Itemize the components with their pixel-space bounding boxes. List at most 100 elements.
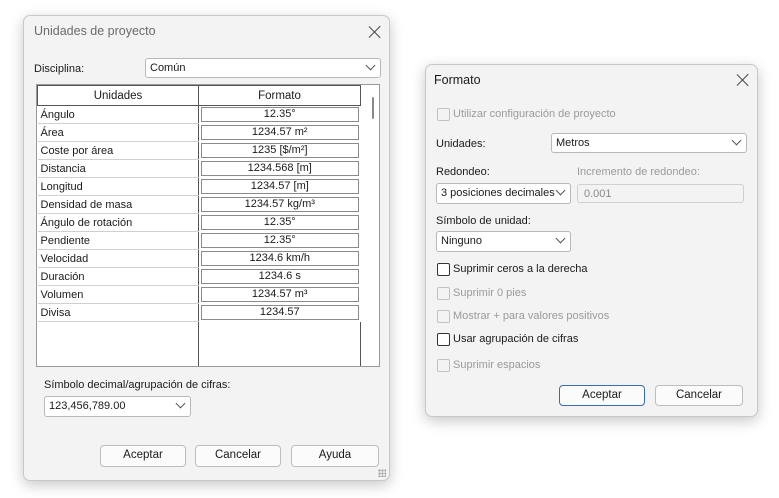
column-header-units[interactable]: Unidades <box>37 85 199 106</box>
table-row[interactable]: Distancia 1234.568 [m] <box>37 159 361 178</box>
chevron-down-icon <box>175 398 186 409</box>
unit-name-cell: Divisa <box>37 303 199 322</box>
dialog-title: Formato <box>434 73 481 87</box>
table-row[interactable]: Ángulo de rotación 12.35° <box>37 213 361 232</box>
chevron-down-icon <box>555 233 566 244</box>
use-project-settings-label: Utilizar configuración de proyecto <box>453 108 616 120</box>
cancel-button[interactable]: Cancelar <box>195 445 281 467</box>
format-dialog: Formato Utilizar configuración de proyec… <box>425 64 758 417</box>
unit-symbol-select[interactable]: Ninguno <box>436 231 571 252</box>
suppress-spaces-checkbox[interactable] <box>437 359 450 372</box>
format-button[interactable]: 1234.57 m² <box>201 125 359 140</box>
format-cell: 1234.6 s <box>199 268 361 286</box>
unit-name-cell: Velocidad <box>37 249 199 268</box>
unit-symbol-value: Ninguno <box>441 235 482 247</box>
unit-name-cell: Densidad de masa <box>37 195 199 214</box>
suppress-spaces-label: Suprimir espacios <box>453 359 541 371</box>
format-button[interactable]: 1234.568 [m] <box>201 161 359 176</box>
close-icon[interactable] <box>737 74 749 86</box>
chevron-down-icon <box>731 135 742 146</box>
digit-grouping-label: Usar agrupación de cifras <box>453 333 579 345</box>
discipline-select[interactable]: Común <box>145 58 381 78</box>
unit-name-cell: Distancia <box>37 159 199 178</box>
table-row[interactable]: Velocidad 1234.6 km/h <box>37 249 361 268</box>
units-table: Unidades Formato Ángulo 12.35° Área 1234.57… <box>36 84 380 367</box>
show-plus-checkbox[interactable] <box>437 310 450 323</box>
format-button[interactable]: 1234.57 <box>201 305 359 320</box>
unit-name-cell: Duración <box>37 267 199 286</box>
table-row[interactable]: Coste por área 1235 [$/m²] <box>37 141 361 160</box>
format-button[interactable]: 1234.6 km/h <box>201 251 359 266</box>
table-row[interactable]: Volumen 1234.57 m³ <box>37 285 361 304</box>
table-row[interactable]: Densidad de masa 1234.57 kg/m³ <box>37 195 361 214</box>
suppress-zero-feet-label: Suprimir 0 pies <box>453 287 527 299</box>
unit-name-cell: Ángulo <box>37 105 199 124</box>
format-button[interactable]: 1234.57 kg/m³ <box>201 197 359 212</box>
decimal-symbol-label: Símbolo decimal/agrupación de cifras: <box>44 379 231 391</box>
format-button[interactable]: 1234.57 [m] <box>201 179 359 194</box>
rounding-increment-label: Incremento de redondeo: <box>577 166 700 178</box>
unit-name-cell: Longitud <box>37 177 199 196</box>
table-row[interactable]: Área 1234.57 m² <box>37 123 361 142</box>
format-cell: 1234.57 m³ <box>199 286 361 304</box>
format-button[interactable]: 12.35° <box>201 215 359 230</box>
discipline-label: Disciplina: <box>34 63 85 75</box>
empty-cell <box>198 321 361 366</box>
format-button[interactable]: 1234.6 s <box>201 269 359 284</box>
format-cell: 1234.57 <box>199 304 361 322</box>
ok-button[interactable]: Aceptar <box>559 385 645 406</box>
chevron-down-icon <box>555 185 566 196</box>
format-button[interactable]: 1234.57 m³ <box>201 287 359 302</box>
use-project-settings-checkbox[interactable] <box>437 108 450 121</box>
suppress-trailing-zeros-label: Suprimir ceros a la derecha <box>453 263 588 275</box>
cancel-button[interactable]: Cancelar <box>655 385 743 406</box>
table-row[interactable]: Duración 1234.6 s <box>37 267 361 286</box>
table-row[interactable]: Divisa 1234.57 <box>37 303 361 322</box>
format-cell: 1234.57 kg/m³ <box>199 196 361 214</box>
column-header-format[interactable]: Formato <box>198 85 361 106</box>
unit-name-cell: Volumen <box>37 285 199 304</box>
help-button[interactable]: Ayuda <box>291 445 379 467</box>
discipline-value: Común <box>150 62 186 74</box>
rounding-value: 3 posiciones decimales <box>441 187 555 199</box>
unit-name-cell: Coste por área <box>37 141 199 160</box>
format-cell: 12.35° <box>199 232 361 250</box>
table-empty-area <box>37 321 361 366</box>
format-cell: 12.35° <box>199 214 361 232</box>
table-row[interactable]: Pendiente 12.35° <box>37 231 361 250</box>
decimal-symbol-value: 123,456,789.00 <box>49 400 126 412</box>
suppress-trailing-zeros-checkbox[interactable] <box>437 263 450 276</box>
unit-name-cell: Pendiente <box>37 231 199 250</box>
format-cell: 1234.568 [m] <box>199 160 361 178</box>
rounding-increment-input[interactable]: 0.001 <box>577 184 744 203</box>
units-select[interactable]: Metros <box>551 133 747 153</box>
format-cell: 12.35° <box>199 106 361 124</box>
format-button[interactable]: 1235 [$/m²] <box>201 143 359 158</box>
format-button[interactable]: 12.35° <box>201 107 359 123</box>
unit-name-cell: Ángulo de rotación <box>37 213 199 232</box>
show-plus-label: Mostrar + para valores positivos <box>453 310 610 322</box>
decimal-symbol-select[interactable]: 123,456,789.00 <box>44 396 191 417</box>
rounding-select[interactable]: 3 posiciones decimales <box>436 183 571 204</box>
project-units-dialog: Unidades de proyecto Disciplina: Común U… <box>23 15 390 481</box>
unit-symbol-label: Símbolo de unidad: <box>436 215 531 227</box>
close-icon[interactable] <box>369 26 381 38</box>
dialog-title: Unidades de proyecto <box>34 24 156 38</box>
units-value: Metros <box>556 137 590 149</box>
rounding-label: Redondeo: <box>436 166 490 178</box>
units-label: Unidades: <box>436 138 486 150</box>
chevron-down-icon <box>365 60 376 71</box>
empty-cell <box>37 321 199 366</box>
vertical-scrollbar[interactable] <box>372 97 374 119</box>
format-cell: 1234.57 m² <box>199 124 361 142</box>
table-row[interactable]: Ángulo 12.35° <box>37 105 361 124</box>
unit-name-cell: Área <box>37 123 199 142</box>
ok-button[interactable]: Aceptar <box>100 445 186 467</box>
format-cell: 1234.57 [m] <box>199 178 361 196</box>
table-row[interactable]: Longitud 1234.57 [m] <box>37 177 361 196</box>
resize-grip-icon[interactable] <box>378 469 386 477</box>
digit-grouping-checkbox[interactable] <box>437 333 450 346</box>
format-cell: 1234.6 km/h <box>199 250 361 268</box>
suppress-zero-feet-checkbox[interactable] <box>437 287 450 300</box>
format-button[interactable]: 12.35° <box>201 233 359 248</box>
